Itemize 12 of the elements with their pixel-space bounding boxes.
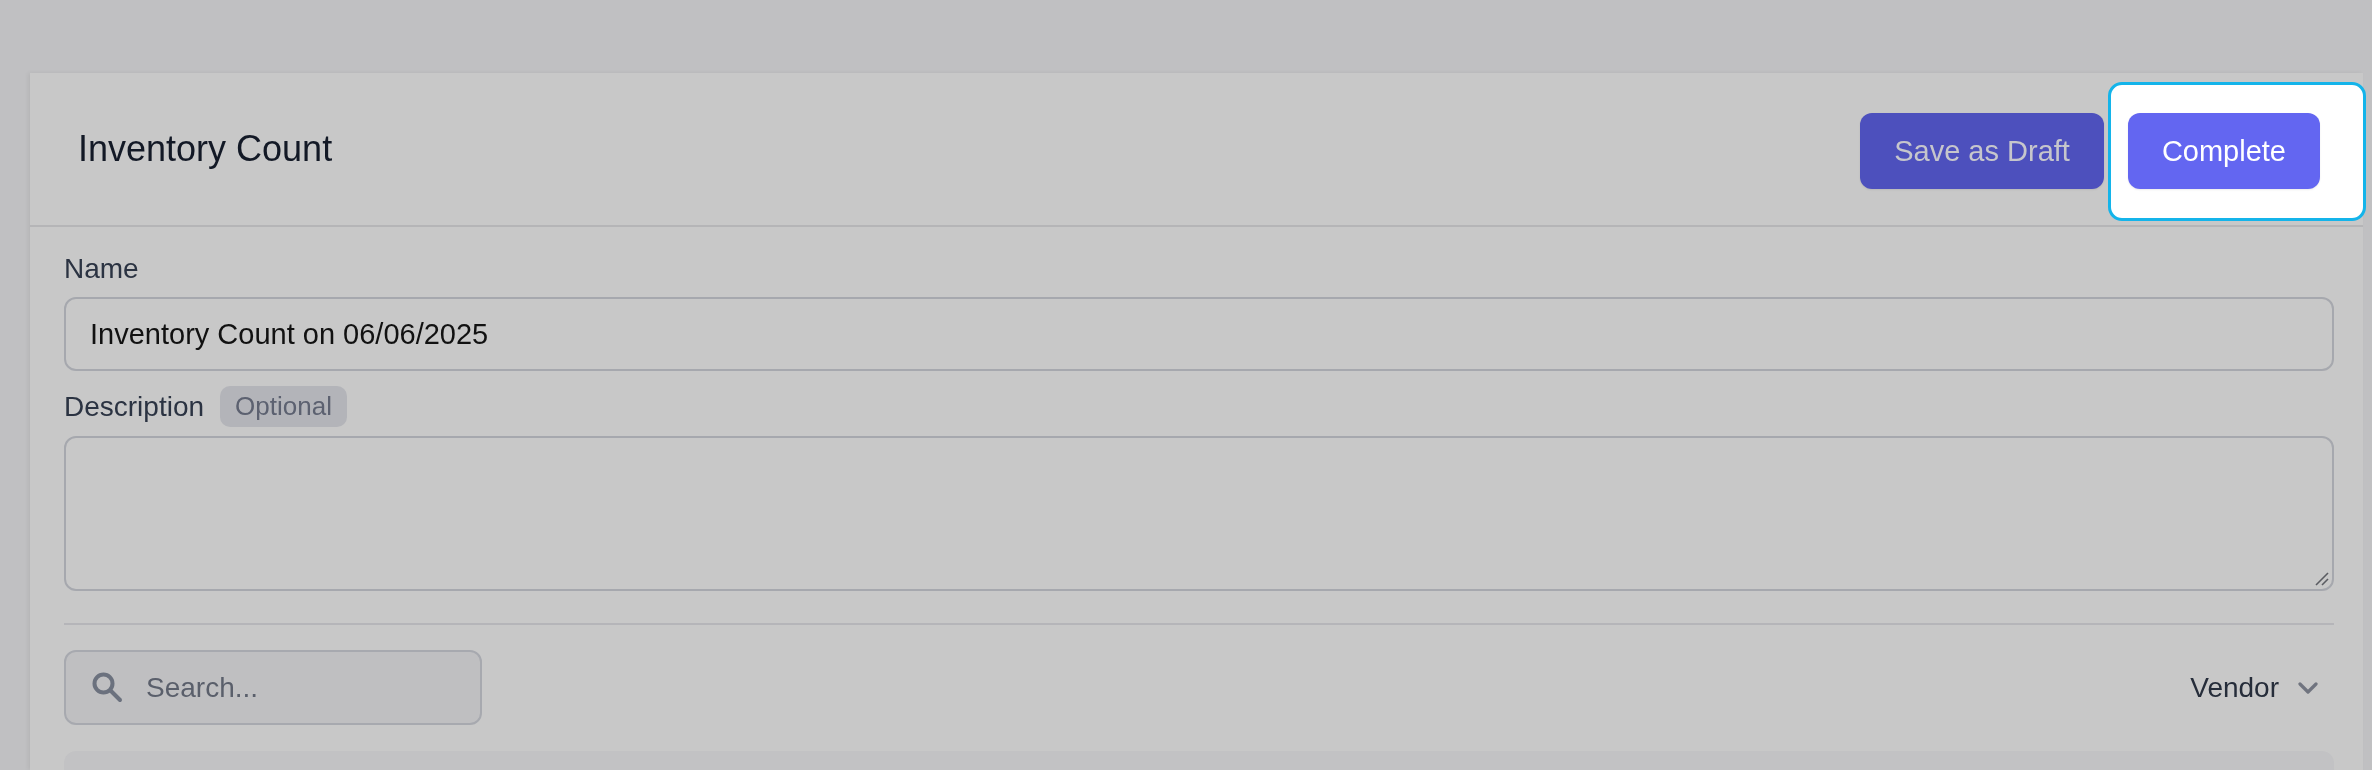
save-draft-button[interactable]: Save as Draft xyxy=(1860,113,2104,189)
page-title: Inventory Count xyxy=(78,127,333,171)
name-input[interactable]: Inventory Count on 06/06/2025 xyxy=(64,297,2334,371)
complete-button[interactable]: Complete xyxy=(2127,113,2320,189)
search-field[interactable]: Search... xyxy=(64,650,482,725)
vendor-dropdown[interactable]: Vendor xyxy=(2190,671,2318,704)
name-label: Name xyxy=(64,253,139,285)
resize-grip-icon[interactable] xyxy=(2315,572,2329,586)
description-label: Description xyxy=(64,390,205,423)
optional-badge: Optional xyxy=(220,386,347,427)
search-icon xyxy=(91,671,123,703)
chevron-down-icon xyxy=(2298,681,2318,694)
